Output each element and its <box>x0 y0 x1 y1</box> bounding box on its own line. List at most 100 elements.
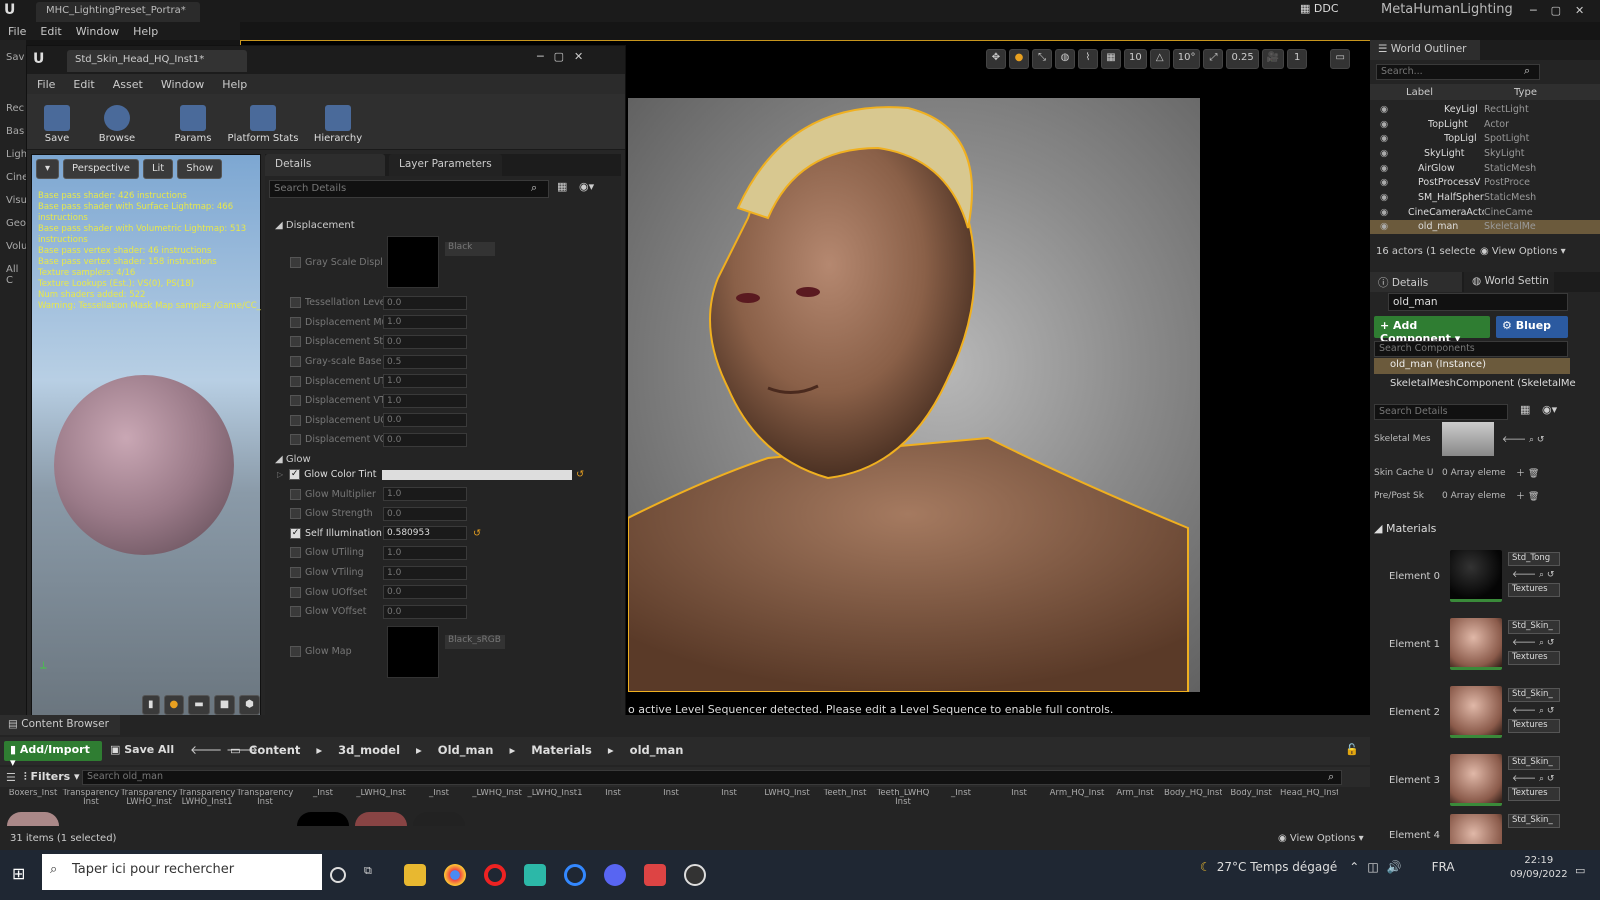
prop-value[interactable]: 0.0 <box>383 432 467 447</box>
menu-file[interactable]: File <box>8 25 26 38</box>
prop-value[interactable]: 0.0 <box>383 295 467 310</box>
material-thumb[interactable] <box>1450 814 1502 844</box>
mode-item[interactable]: Ligh <box>6 149 27 160</box>
prop-value[interactable]: 0.0 <box>383 506 467 521</box>
prop-value[interactable]: 0.0 <box>383 585 467 600</box>
grid-snap-value[interactable]: 10 <box>1124 49 1147 69</box>
textures-select[interactable]: Textures <box>1508 651 1560 665</box>
prop-value[interactable]: 0.580953 <box>383 526 467 541</box>
color-swatch[interactable] <box>382 469 573 480</box>
texture-select[interactable]: Black <box>445 242 495 256</box>
material-select[interactable]: Std_Skin_ <box>1508 620 1560 634</box>
asset-tile[interactable]: LWHQ_Inst <box>758 789 816 798</box>
outliner-row[interactable]: ◉ AirGlow StaticMesh <box>1370 161 1600 176</box>
m-app-icon[interactable] <box>524 864 546 886</box>
mode-item[interactable]: Cine <box>6 172 28 183</box>
tab-world-outliner[interactable]: ☰ World Outliner <box>1370 40 1480 60</box>
element-actions[interactable]: 🡐 ⌕ ↺ <box>1512 705 1560 716</box>
material-select[interactable]: Std_Skin_ <box>1508 756 1560 770</box>
perspective-button[interactable]: Perspective <box>63 159 139 179</box>
texture-thumb[interactable] <box>387 625 439 678</box>
checkbox[interactable]: ✓ <box>289 469 301 481</box>
mesh-thumb[interactable] <box>1442 422 1494 456</box>
asset-tile[interactable]: _LWHQ_Inst1 <box>526 789 584 798</box>
texture-select[interactable]: Black_sRGB <box>445 634 505 649</box>
grid-snap-icon[interactable]: ▦ <box>1101 49 1121 69</box>
textures-select[interactable]: Textures <box>1508 787 1560 801</box>
element-actions[interactable]: 🡐 ⌕ ↺ <box>1512 637 1560 648</box>
app-grid-icon[interactable] <box>644 864 666 886</box>
tab-details[interactable]: Details <box>265 154 385 176</box>
texture-thumb[interactable] <box>387 236 439 288</box>
grid-view-icon[interactable]: ▦ <box>557 180 567 193</box>
reset-icon[interactable]: ↺ <box>473 528 481 539</box>
displacement-header[interactable]: ◢ Displacement <box>265 220 605 231</box>
close-icon[interactable]: ✕ <box>574 50 583 63</box>
asset-tile[interactable]: _LWHQ_Inst <box>352 789 410 826</box>
checkbox[interactable] <box>290 414 301 426</box>
lock-icon[interactable]: 🔓 <box>1345 743 1359 756</box>
tab-layer-parameters[interactable]: Layer Parameters <box>389 154 502 176</box>
view-options-button[interactable]: ◉ View Options ▾ <box>1278 833 1364 844</box>
mode-item[interactable]: Bas <box>6 126 26 137</box>
plane-icon[interactable]: ▬ <box>188 695 210 715</box>
material-tab[interactable]: Std_Skin_Head_HQ_Inst1* <box>67 50 247 72</box>
outliner-row[interactable]: ◉ SkyLight SkyLight <box>1370 146 1600 161</box>
material-thumb[interactable] <box>1450 618 1502 670</box>
add-import-button[interactable]: ▮ Add/Import ▾ <box>4 741 102 769</box>
camera-speed-icon[interactable]: 🎥 <box>1261 49 1285 69</box>
mat-menu-help[interactable]: Help <box>222 78 247 91</box>
mode-item[interactable]: Rec <box>6 103 26 114</box>
material-thumb[interactable] <box>1450 686 1502 738</box>
clock[interactable]: 22:19 09/09/2022 <box>1510 854 1568 882</box>
notifications-icon[interactable]: ▭ <box>1575 864 1585 877</box>
search-icon[interactable]: ⌕ <box>1328 770 1334 784</box>
params-button[interactable]: Params <box>163 99 223 144</box>
checkbox[interactable] <box>290 586 301 598</box>
asset-tile[interactable]: Boxers_Inst <box>4 789 62 826</box>
save-all-button[interactable]: ▣ Save All <box>110 743 174 756</box>
outliner-search-input[interactable]: Search... <box>1376 64 1540 80</box>
eye-icon[interactable]: ◉ <box>1380 148 1392 159</box>
material-thumb[interactable] <box>1450 550 1502 602</box>
tab-world-settings[interactable]: ◍ World Settin <box>1464 272 1554 292</box>
back-icon[interactable]: 🡐 <box>190 743 222 757</box>
c-app-icon[interactable] <box>564 864 586 886</box>
network-icon[interactable]: ◫ <box>1367 860 1378 874</box>
element-actions[interactable]: 🡐 ⌕ ↺ <box>1512 773 1560 784</box>
content-search-input[interactable]: Search old_man <box>82 770 1342 785</box>
checkbox[interactable] <box>290 375 301 387</box>
eye-icon[interactable]: ◉ <box>1380 163 1392 174</box>
col-type[interactable]: Type <box>1514 87 1537 98</box>
maximize-icon[interactable]: ▢ <box>554 50 564 63</box>
scale-snap-value[interactable]: 0.25 <box>1226 49 1259 69</box>
asset-tile[interactable]: Body_HQ_Inst <box>1164 789 1222 798</box>
checkbox[interactable] <box>290 336 301 348</box>
sphere-icon[interactable]: ● <box>163 695 185 715</box>
asset-tile[interactable]: Inst <box>700 789 758 798</box>
checkbox[interactable] <box>290 606 301 618</box>
taskbar-search[interactable]: ⌕ Taper ici pour rechercher <box>42 854 322 890</box>
asset-tile[interactable]: Transparency LWHO_Inst <box>120 789 178 807</box>
asset-tile[interactable]: Inst <box>990 789 1048 798</box>
details-search-input[interactable]: Search Details <box>1374 404 1508 420</box>
surface-snap-icon[interactable]: ⌇ <box>1078 49 1098 69</box>
outliner-row[interactable]: ◉ TopLigl SpotLight <box>1370 131 1600 146</box>
mode-item[interactable]: Geo <box>6 218 26 229</box>
chrome-icon[interactable] <box>444 864 466 886</box>
asset-tile[interactable]: Inst <box>584 789 642 798</box>
prop-value[interactable]: 0.0 <box>383 604 467 619</box>
scale-snap-icon[interactable]: ⤢ <box>1203 49 1224 69</box>
search-icon[interactable]: ⌕ <box>1524 64 1530 78</box>
add-component-button[interactable]: + Add Component ▾ <box>1374 316 1490 345</box>
actor-name-field[interactable]: old_man <box>1388 293 1568 311</box>
volume-icon[interactable]: 🔊 <box>1387 860 1402 874</box>
crumb-old-man-folder[interactable]: old_man <box>630 743 684 757</box>
prop-value[interactable]: 1.0 <box>383 487 467 502</box>
eye-icon[interactable]: ◉ <box>1380 133 1392 144</box>
mode-item[interactable]: Sav <box>6 52 26 63</box>
crumb-old-man[interactable]: Old_man <box>438 743 494 757</box>
tab-content-browser[interactable]: ▤ Content Browser <box>0 715 120 735</box>
material-select[interactable]: Std_Tong <box>1508 552 1560 566</box>
asset-tile[interactable]: Transparency Inst <box>236 789 294 807</box>
